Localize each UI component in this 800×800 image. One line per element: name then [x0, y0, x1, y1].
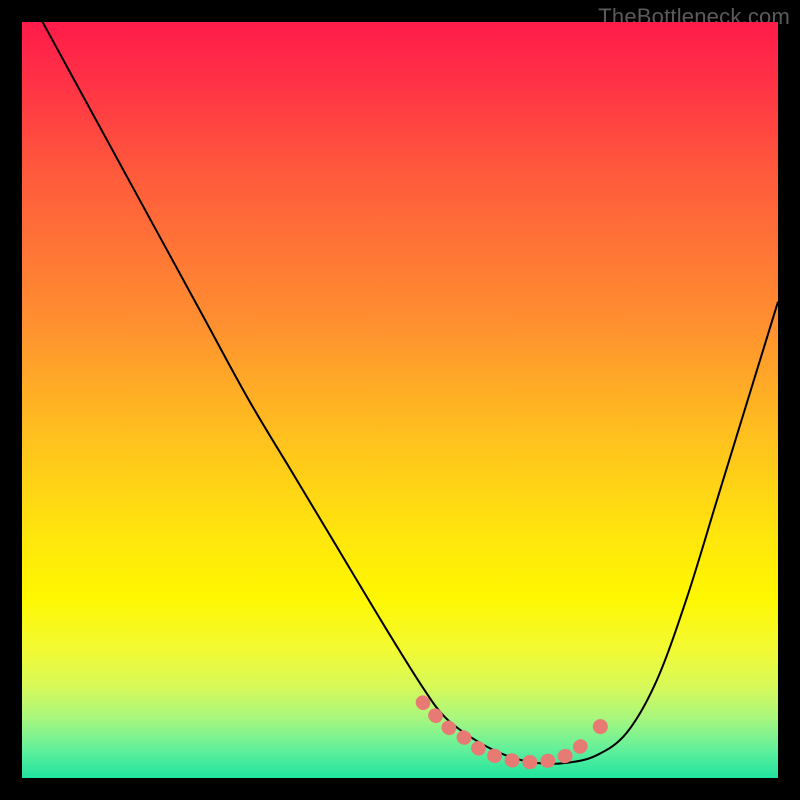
chart-frame: TheBottleneck.com	[0, 0, 800, 800]
plot-area	[22, 22, 778, 778]
heat-gradient	[22, 22, 778, 778]
